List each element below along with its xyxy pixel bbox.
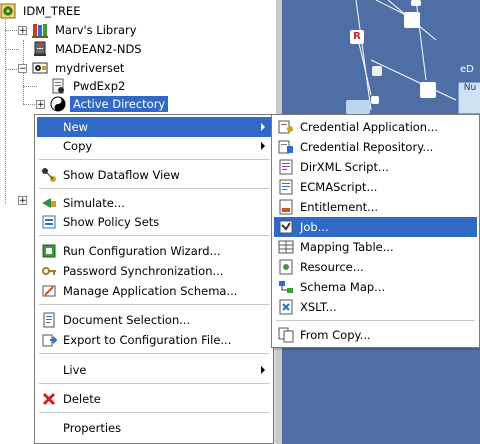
- menu-separator: [39, 235, 269, 236]
- tree-connector: [5, 14, 6, 204]
- policy-sets-icon: [41, 214, 57, 230]
- password-sync-icon: [41, 263, 57, 279]
- schema-map-icon: [278, 279, 294, 295]
- library-icon: [32, 22, 48, 38]
- submenu-item-schema-map[interactable]: Schema Map...: [274, 277, 477, 297]
- expand-toggle[interactable]: +: [36, 100, 45, 110]
- copy-icon: [278, 327, 294, 343]
- entitlement-icon: [278, 199, 294, 215]
- dataflow-icon: [41, 167, 57, 183]
- menu-separator: [39, 353, 269, 354]
- driverset-icon: [32, 60, 48, 76]
- ecmascript-icon: [278, 179, 294, 195]
- submenu-arrow-icon: [261, 123, 265, 131]
- node-marker: [411, 0, 421, 6]
- canvas-label: eD: [460, 64, 474, 75]
- menu-item-new[interactable]: New: [37, 117, 271, 137]
- tree-node-label: MADEAN2-NDS: [55, 42, 142, 56]
- export-icon: [41, 332, 58, 348]
- credential-application-icon: [278, 119, 294, 135]
- tree-connector: [23, 104, 37, 105]
- tree-node-active-directory[interactable]: Active Directory: [50, 95, 169, 113]
- delete-icon: [41, 391, 57, 407]
- submenu-item-job[interactable]: Job...: [274, 217, 477, 237]
- menu-separator: [39, 188, 269, 189]
- driver-box[interactable]: [346, 100, 370, 114]
- menu-item-export-config[interactable]: Export to Configuration File...: [37, 330, 271, 350]
- tree-node-pwdexp2[interactable]: PwdExp2: [50, 77, 128, 95]
- submenu-item-mapping-table[interactable]: Mapping Table...: [274, 237, 477, 257]
- wizard-icon: [41, 243, 57, 259]
- tree-connector: [23, 86, 37, 87]
- tree-node-label: mydriverset: [55, 61, 125, 75]
- red-r-icon: R: [350, 30, 364, 44]
- job-icon: [278, 219, 294, 235]
- submenu-item-dirxml-script[interactable]: DirXML Script...: [274, 157, 477, 177]
- tree-node-label: Active Directory: [70, 96, 169, 112]
- tree-connector: [5, 30, 19, 31]
- expand-toggle[interactable]: +: [18, 26, 27, 36]
- submenu-item-from-copy[interactable]: From Copy...: [274, 325, 477, 345]
- menu-separator: [39, 383, 269, 384]
- tree-connector: [5, 49, 19, 50]
- yin-yang-icon: [404, 12, 420, 28]
- submenu-item-credential-application[interactable]: Credential Application...: [274, 117, 477, 137]
- xslt-icon: [278, 299, 294, 315]
- yin-yang-icon: [420, 82, 436, 98]
- tree-node-label: PwdExp2: [73, 79, 126, 93]
- tree-connector: [5, 69, 19, 70]
- submenu-item-ecmascript[interactable]: ECMAScript...: [274, 177, 477, 197]
- menu-item-manage-app-schema[interactable]: Manage Application Schema...: [37, 281, 271, 301]
- menu-item-delete[interactable]: Delete: [37, 389, 271, 409]
- node-marker: [372, 66, 382, 76]
- tree-node-label: Marv's Library: [55, 23, 137, 37]
- server-icon: [32, 41, 48, 57]
- menu-item-copy[interactable]: Copy: [37, 136, 271, 156]
- node-marker: [371, 96, 379, 104]
- driver-icon: [50, 78, 66, 94]
- menu-item-properties[interactable]: Properties: [37, 418, 271, 438]
- yin-yang-icon: [50, 96, 66, 112]
- submenu-item-resource[interactable]: Resource...: [274, 257, 477, 277]
- menu-item-document-selection[interactable]: Document Selection...: [37, 310, 271, 330]
- submenu-arrow-icon: [261, 366, 265, 374]
- menu-item-show-dataflow[interactable]: Show Dataflow View: [37, 165, 271, 185]
- new-submenu: Credential Application... Credential Rep…: [271, 114, 480, 348]
- simulate-icon: [41, 195, 57, 211]
- tree-node-root[interactable]: IDM_TREE: [0, 2, 83, 20]
- tree-node-madean2-nds[interactable]: MADEAN2-NDS: [32, 40, 145, 58]
- tree-node-mydriverset[interactable]: mydriverset: [32, 59, 127, 77]
- submenu-item-credential-repository[interactable]: Credential Repository...: [274, 137, 477, 157]
- document-icon: [41, 312, 57, 328]
- submenu-item-entitlement[interactable]: Entitlement...: [274, 197, 477, 217]
- menu-separator: [39, 304, 269, 305]
- submenu-item-xslt[interactable]: XSLT...: [274, 297, 477, 317]
- driver-box[interactable]: Nu: [458, 82, 480, 114]
- menu-item-show-policy-sets[interactable]: Show Policy Sets: [37, 212, 271, 232]
- menu-separator: [39, 412, 269, 413]
- credential-repository-icon: [278, 139, 294, 155]
- menu-item-live[interactable]: Live: [37, 360, 271, 380]
- collapse-toggle[interactable]: −: [18, 64, 27, 74]
- resource-icon: [278, 259, 294, 275]
- context-menu: New Copy Show Dataflow View Simulate... …: [34, 114, 274, 444]
- menu-separator: [276, 320, 475, 321]
- menu-item-run-config-wizard[interactable]: Run Configuration Wizard...: [37, 241, 271, 261]
- tree-icon: [0, 3, 16, 19]
- dirxml-script-icon: [278, 159, 294, 175]
- menu-separator: [39, 159, 269, 160]
- submenu-arrow-icon: [261, 142, 265, 150]
- menu-item-simulate[interactable]: Simulate...: [37, 193, 271, 213]
- menu-item-password-sync[interactable]: Password Synchronization...: [37, 261, 271, 281]
- mapping-table-icon: [278, 239, 294, 255]
- schema-icon: [41, 283, 57, 299]
- tree-node-label: IDM_TREE: [23, 4, 81, 18]
- expand-toggle[interactable]: +: [18, 196, 27, 206]
- tree-node-marvs-library[interactable]: Marv's Library: [32, 21, 140, 39]
